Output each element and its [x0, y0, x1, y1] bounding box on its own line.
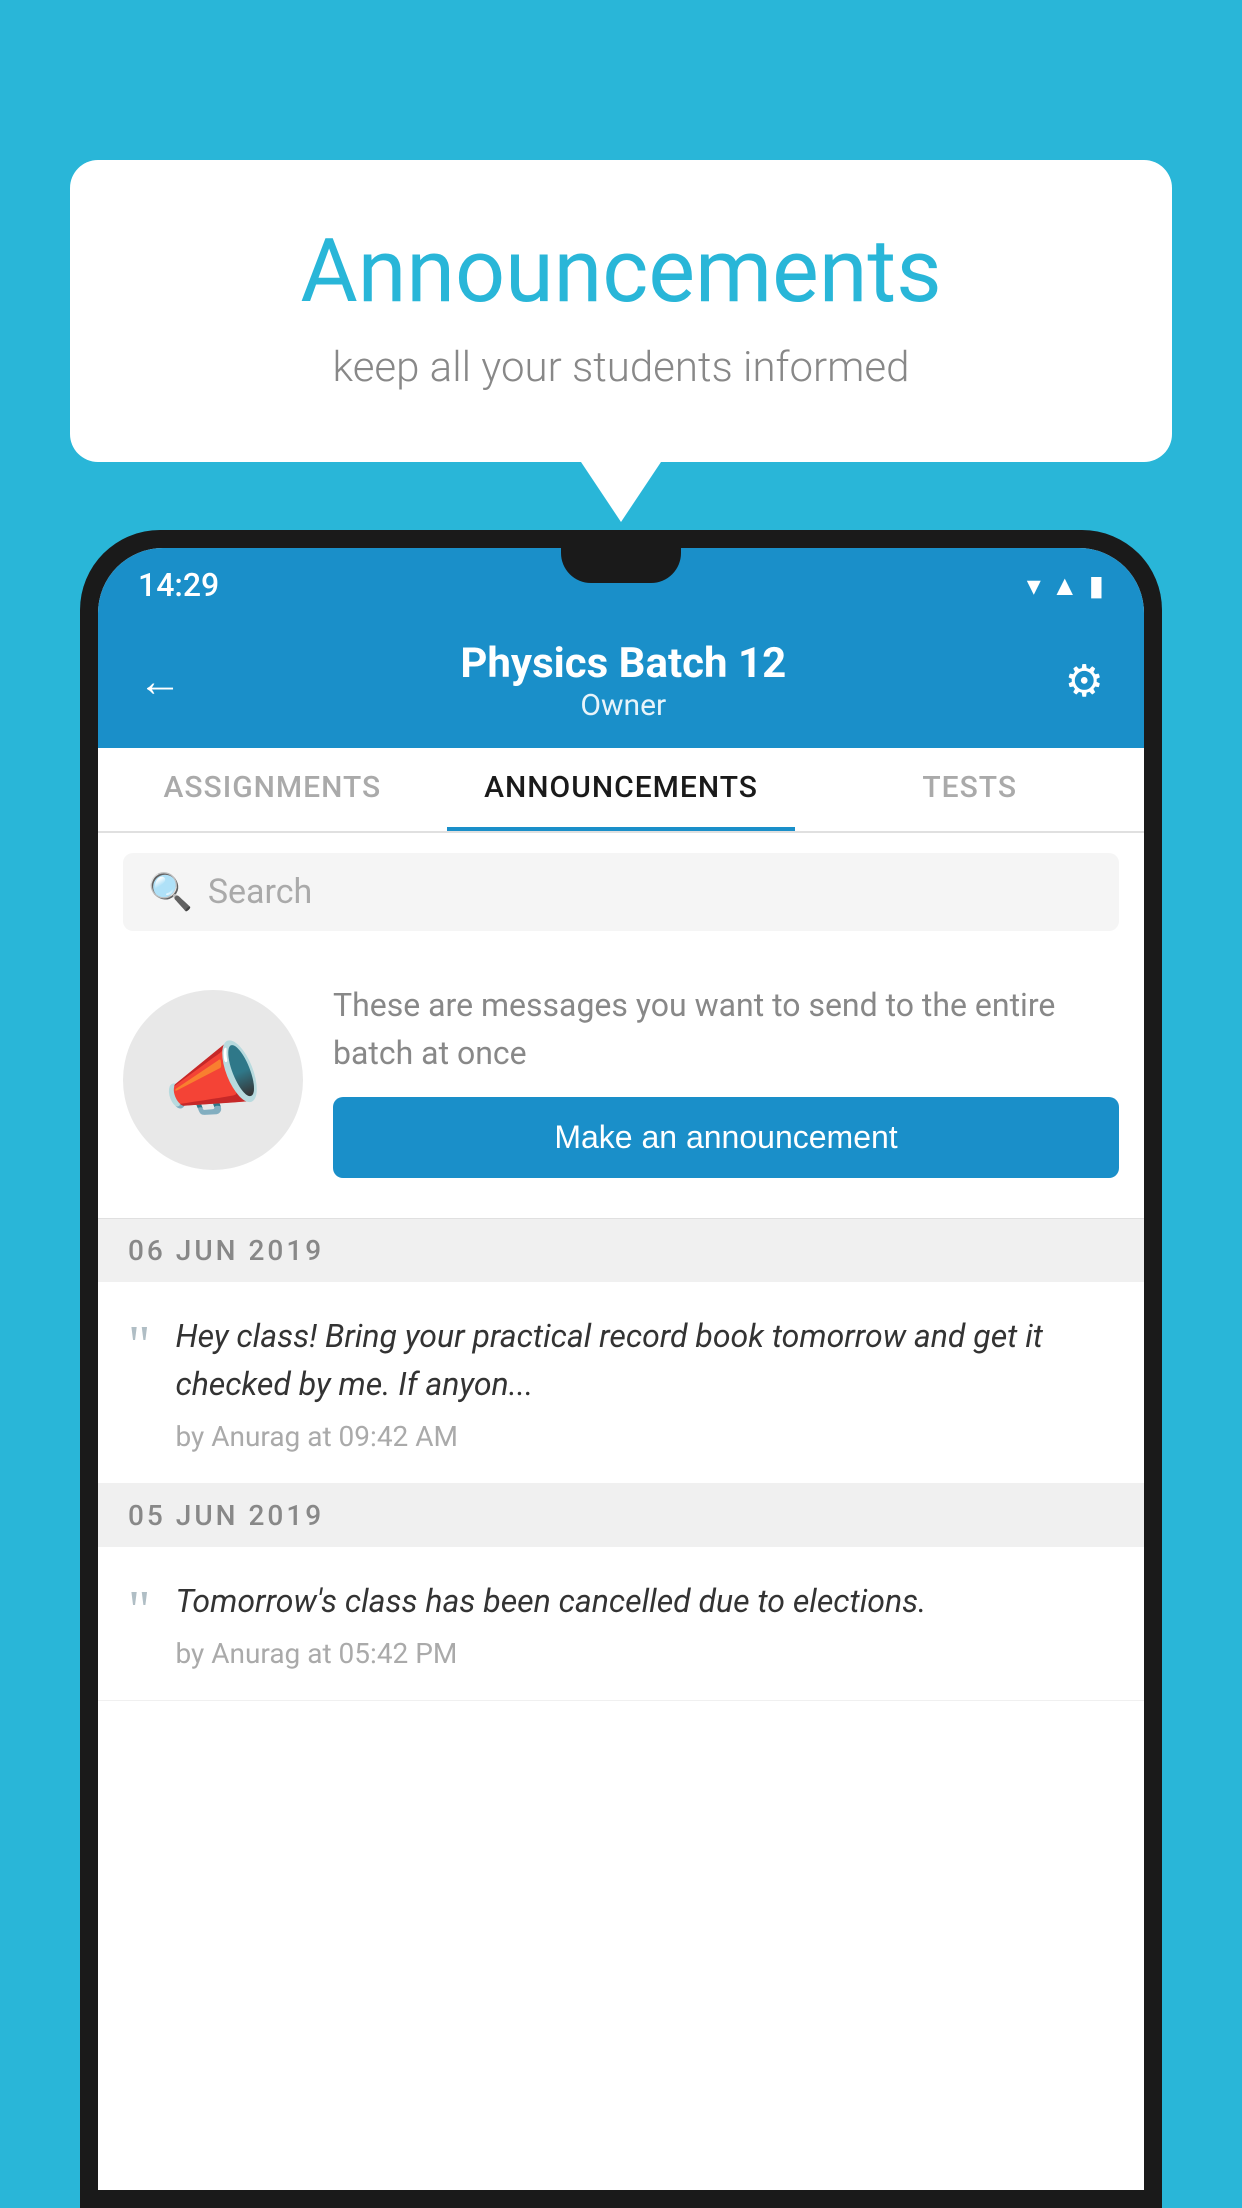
status-icons: ▾ ▲ ▮	[1027, 569, 1104, 602]
back-button[interactable]: ←	[138, 655, 182, 707]
search-icon: 🔍	[148, 871, 193, 913]
announcement-content-1: Hey class! Bring your practical record b…	[175, 1312, 1114, 1453]
promo-icon-circle: 📣	[123, 990, 303, 1170]
tab-assignments[interactable]: ASSIGNMENTS	[98, 748, 447, 831]
wifi-icon: ▾	[1027, 569, 1041, 602]
settings-icon[interactable]: ⚙	[1065, 655, 1104, 707]
search-placeholder: Search	[208, 872, 312, 912]
speech-bubble: Announcements keep all your students inf…	[70, 160, 1172, 462]
make-announcement-button[interactable]: Make an announcement	[333, 1097, 1119, 1178]
date-separator-1: 06 JUN 2019	[98, 1219, 1144, 1282]
announcement-meta-1: by Anurag at 09:42 AM	[175, 1420, 1114, 1453]
phone-screen: 14:29 ▾ ▲ ▮ ← Physics Batch 12 Owner ⚙ A…	[98, 548, 1144, 2190]
batch-subtitle: Owner	[182, 688, 1065, 723]
megaphone-icon: 📣	[163, 1033, 263, 1127]
speech-bubble-title: Announcements	[150, 220, 1092, 323]
phone-notch	[561, 548, 681, 583]
signal-icon: ▲	[1051, 569, 1079, 602]
content-area: 🔍 Search 📣 These are messages you want t…	[98, 833, 1144, 2190]
speech-bubble-section: Announcements keep all your students inf…	[70, 160, 1172, 522]
batch-title: Physics Batch 12	[182, 639, 1065, 688]
promo-description: These are messages you want to send to t…	[333, 981, 1119, 1077]
promo-right: These are messages you want to send to t…	[333, 981, 1119, 1178]
search-bar[interactable]: 🔍 Search	[123, 853, 1119, 931]
tab-tests[interactable]: TESTS	[795, 748, 1144, 831]
speech-bubble-subtitle: keep all your students informed	[150, 343, 1092, 392]
announcement-text-1: Hey class! Bring your practical record b…	[175, 1312, 1114, 1408]
announcement-meta-2: by Anurag at 05:42 PM	[175, 1637, 1114, 1670]
phone-frame: 14:29 ▾ ▲ ▮ ← Physics Batch 12 Owner ⚙ A…	[80, 530, 1162, 2208]
status-time: 14:29	[138, 566, 219, 604]
announcement-content-2: Tomorrow's class has been cancelled due …	[175, 1577, 1114, 1670]
header-title-area: Physics Batch 12 Owner	[182, 639, 1065, 723]
battery-icon: ▮	[1089, 569, 1104, 602]
quote-icon-2: "	[128, 1582, 150, 1637]
announcement-item-1[interactable]: " Hey class! Bring your practical record…	[98, 1282, 1144, 1484]
announcement-item-2[interactable]: " Tomorrow's class has been cancelled du…	[98, 1547, 1144, 1701]
speech-bubble-tail	[581, 462, 661, 522]
tabs-bar: ASSIGNMENTS ANNOUNCEMENTS TESTS	[98, 748, 1144, 833]
quote-icon-1: "	[128, 1317, 150, 1372]
app-header: ← Physics Batch 12 Owner ⚙	[98, 614, 1144, 748]
tab-announcements[interactable]: ANNOUNCEMENTS	[447, 748, 796, 831]
announcement-text-2: Tomorrow's class has been cancelled due …	[175, 1577, 1114, 1625]
date-separator-2: 05 JUN 2019	[98, 1484, 1144, 1547]
promo-section: 📣 These are messages you want to send to…	[98, 951, 1144, 1219]
